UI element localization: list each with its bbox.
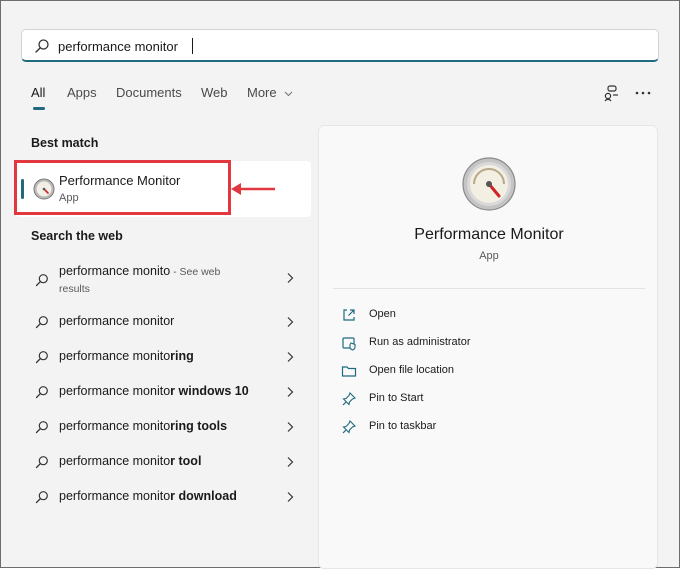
preview-title: Performance Monitor [414, 226, 564, 243]
chevron-down-icon [284, 91, 293, 96]
web-result-item[interactable]: performance monitor windows 10 [15, 375, 311, 409]
arrow-left-icon [231, 183, 275, 195]
search-input[interactable] [58, 36, 638, 56]
run-as-admin-label: Run as administrator [369, 336, 471, 348]
search-icon [35, 491, 48, 504]
chevron-right-icon [287, 422, 294, 432]
folder-icon [341, 366, 357, 377]
search-icon [35, 274, 48, 287]
web-result-text: performance monito - See web [59, 264, 221, 278]
tab-documents-label: Documents [116, 85, 182, 100]
chevron-right-icon [287, 457, 294, 467]
web-result-text: performance monitoring [59, 349, 194, 363]
tab-all-label: All [31, 85, 46, 100]
web-result-text: performance monitor [59, 314, 175, 328]
search-icon [35, 456, 48, 469]
pin-to-start-label: Pin to Start [369, 392, 424, 404]
web-result-text: performance monitor download [59, 489, 237, 503]
preview-subtitle: App [479, 250, 499, 262]
search-icon [35, 421, 48, 434]
text-caret [192, 38, 193, 54]
tab-web-label: Web [201, 85, 228, 100]
search-icon [35, 351, 48, 364]
tab-more-label: More [247, 85, 277, 100]
chevron-right-icon [287, 273, 294, 283]
search-icon [35, 386, 48, 399]
open-icon [343, 309, 355, 321]
chevron-right-icon [287, 352, 294, 362]
web-result-item[interactable]: performance monitoring tools [15, 410, 311, 444]
search-web-heading: Search the web [31, 229, 123, 243]
web-result-text: performance monitor windows 10 [59, 384, 249, 398]
account-switch-icon[interactable] [602, 83, 622, 103]
pin-to-taskbar-label: Pin to taskbar [369, 420, 437, 432]
tab-more[interactable]: More [247, 85, 293, 100]
web-result-item[interactable]: performance monitor download [15, 480, 311, 514]
more-options-icon[interactable] [633, 83, 653, 103]
run-as-admin-icon [342, 337, 356, 351]
preview-panel: Performance Monitor App Open Run as admi… [318, 125, 658, 569]
search-icon [35, 316, 48, 329]
performance-monitor-icon [462, 157, 516, 211]
pin-icon [342, 420, 356, 434]
web-result-text: performance monitor tool [59, 454, 202, 468]
web-result-item[interactable]: performance monitor [15, 305, 311, 339]
web-result-item[interactable]: performance monito - See web results [15, 263, 311, 305]
chevron-right-icon [287, 492, 294, 502]
pin-icon [342, 392, 356, 406]
divider [333, 288, 645, 289]
web-result-text: performance monitoring tools [59, 419, 228, 433]
tab-web[interactable]: Web [201, 85, 228, 100]
open-file-location-label: Open file location [369, 364, 454, 376]
active-tab-indicator [33, 107, 45, 110]
tab-documents[interactable]: Documents [116, 85, 182, 100]
open-label: Open [369, 308, 396, 320]
best-match-heading: Best match [31, 136, 99, 150]
chevron-right-icon [287, 387, 294, 397]
see-web-label: - See web [170, 266, 221, 278]
highlight-annotation-box [14, 160, 231, 215]
tab-all[interactable]: All [31, 85, 46, 110]
see-web-sub: results [59, 283, 90, 295]
chevron-right-icon [287, 317, 294, 327]
search-window: All Apps Documents Web More Best match [0, 0, 680, 569]
web-result-item[interactable]: performance monitoring [15, 340, 311, 374]
tab-apps-label: Apps [67, 85, 97, 100]
search-box[interactable] [21, 29, 659, 62]
web-result-item[interactable]: performance monitor tool [15, 445, 311, 479]
search-icon [35, 39, 49, 53]
tab-apps[interactable]: Apps [67, 85, 97, 100]
